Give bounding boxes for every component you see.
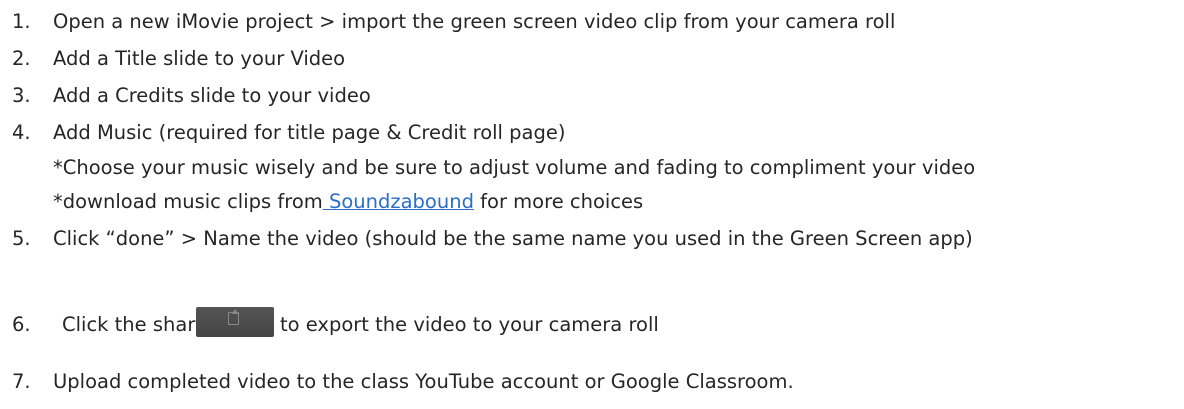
step-number: 1.: [12, 10, 31, 33]
step-number: 6.: [12, 313, 31, 336]
share-icon: [228, 312, 239, 325]
soundzabound-link[interactable]: Soundzabound: [323, 190, 474, 213]
step-text: Add a Title slide to your Video: [53, 47, 346, 70]
step-text: Upload completed video to the class YouT…: [53, 370, 794, 393]
step-text: Add a Credits slide to your video: [53, 84, 371, 107]
step-text: Add Music (required for title page & Cre…: [53, 121, 566, 144]
step-number: 3.: [12, 84, 31, 107]
subnote-prefix: *download music clips from: [53, 190, 323, 213]
step-number: 5.: [12, 227, 31, 250]
share-button-image: [196, 307, 274, 337]
step-text: Open a new iMovie project > import the g…: [53, 10, 896, 33]
step-number: 4.: [12, 121, 31, 144]
subnote-suffix: for more choices: [473, 190, 644, 213]
step-text-after: to export the video to your camera roll: [280, 313, 659, 336]
step-subnote: *download music clips from Soundzabound …: [53, 190, 643, 214]
step-number: 7.: [12, 370, 31, 393]
step-number: 2.: [12, 47, 31, 70]
step-subnote: *Choose your music wisely and be sure to…: [53, 156, 976, 179]
step-text: Click “done” > Name the video (should be…: [53, 227, 973, 250]
